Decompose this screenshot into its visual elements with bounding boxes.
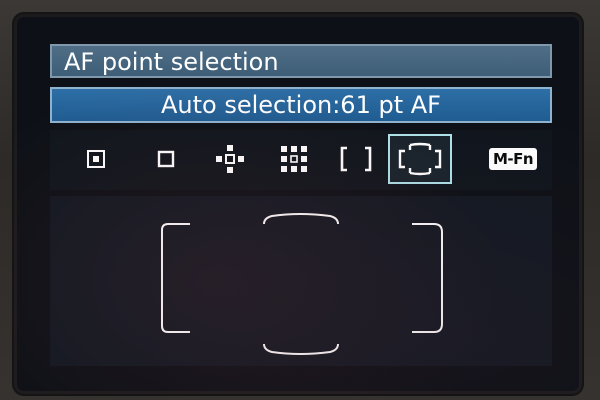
right-zone-bracket [412,223,443,333]
af-mode-selector: M-Fn [50,130,552,190]
lcd-screen: AF point selection Auto selection:61 pt … [14,14,582,394]
title-bar: AF point selection [50,44,552,78]
selected-mode-label: Auto selection:61 pt AF [161,91,441,119]
af-mode-spot[interactable] [70,134,122,184]
left-zone-bracket [161,223,190,333]
expansion-surround-af-icon [281,146,307,172]
page-title: AF point selection [64,48,279,76]
center-zone-top [263,213,339,225]
af-mode-single-point[interactable] [140,134,192,184]
auto-selection-61pt-af-icon [398,142,442,176]
expansion-4-points-af-icon [216,145,244,173]
af-mode-expansion-4[interactable] [204,134,256,184]
center-zone-bottom [263,343,339,355]
af-area-frame-diagram [161,213,443,355]
af-mode-expansion-surround[interactable] [268,134,320,184]
camera-body: AF point selection Auto selection:61 pt … [0,0,600,400]
af-area-preview [50,196,552,366]
spot-af-icon [87,150,105,168]
af-mode-zone[interactable] [330,134,382,184]
zone-af-icon [340,146,372,172]
mfn-button[interactable]: M-Fn [489,148,538,170]
selected-mode-bar: Auto selection:61 pt AF [50,87,552,123]
af-mode-auto-selection[interactable] [388,134,452,184]
single-point-af-icon [157,150,175,168]
